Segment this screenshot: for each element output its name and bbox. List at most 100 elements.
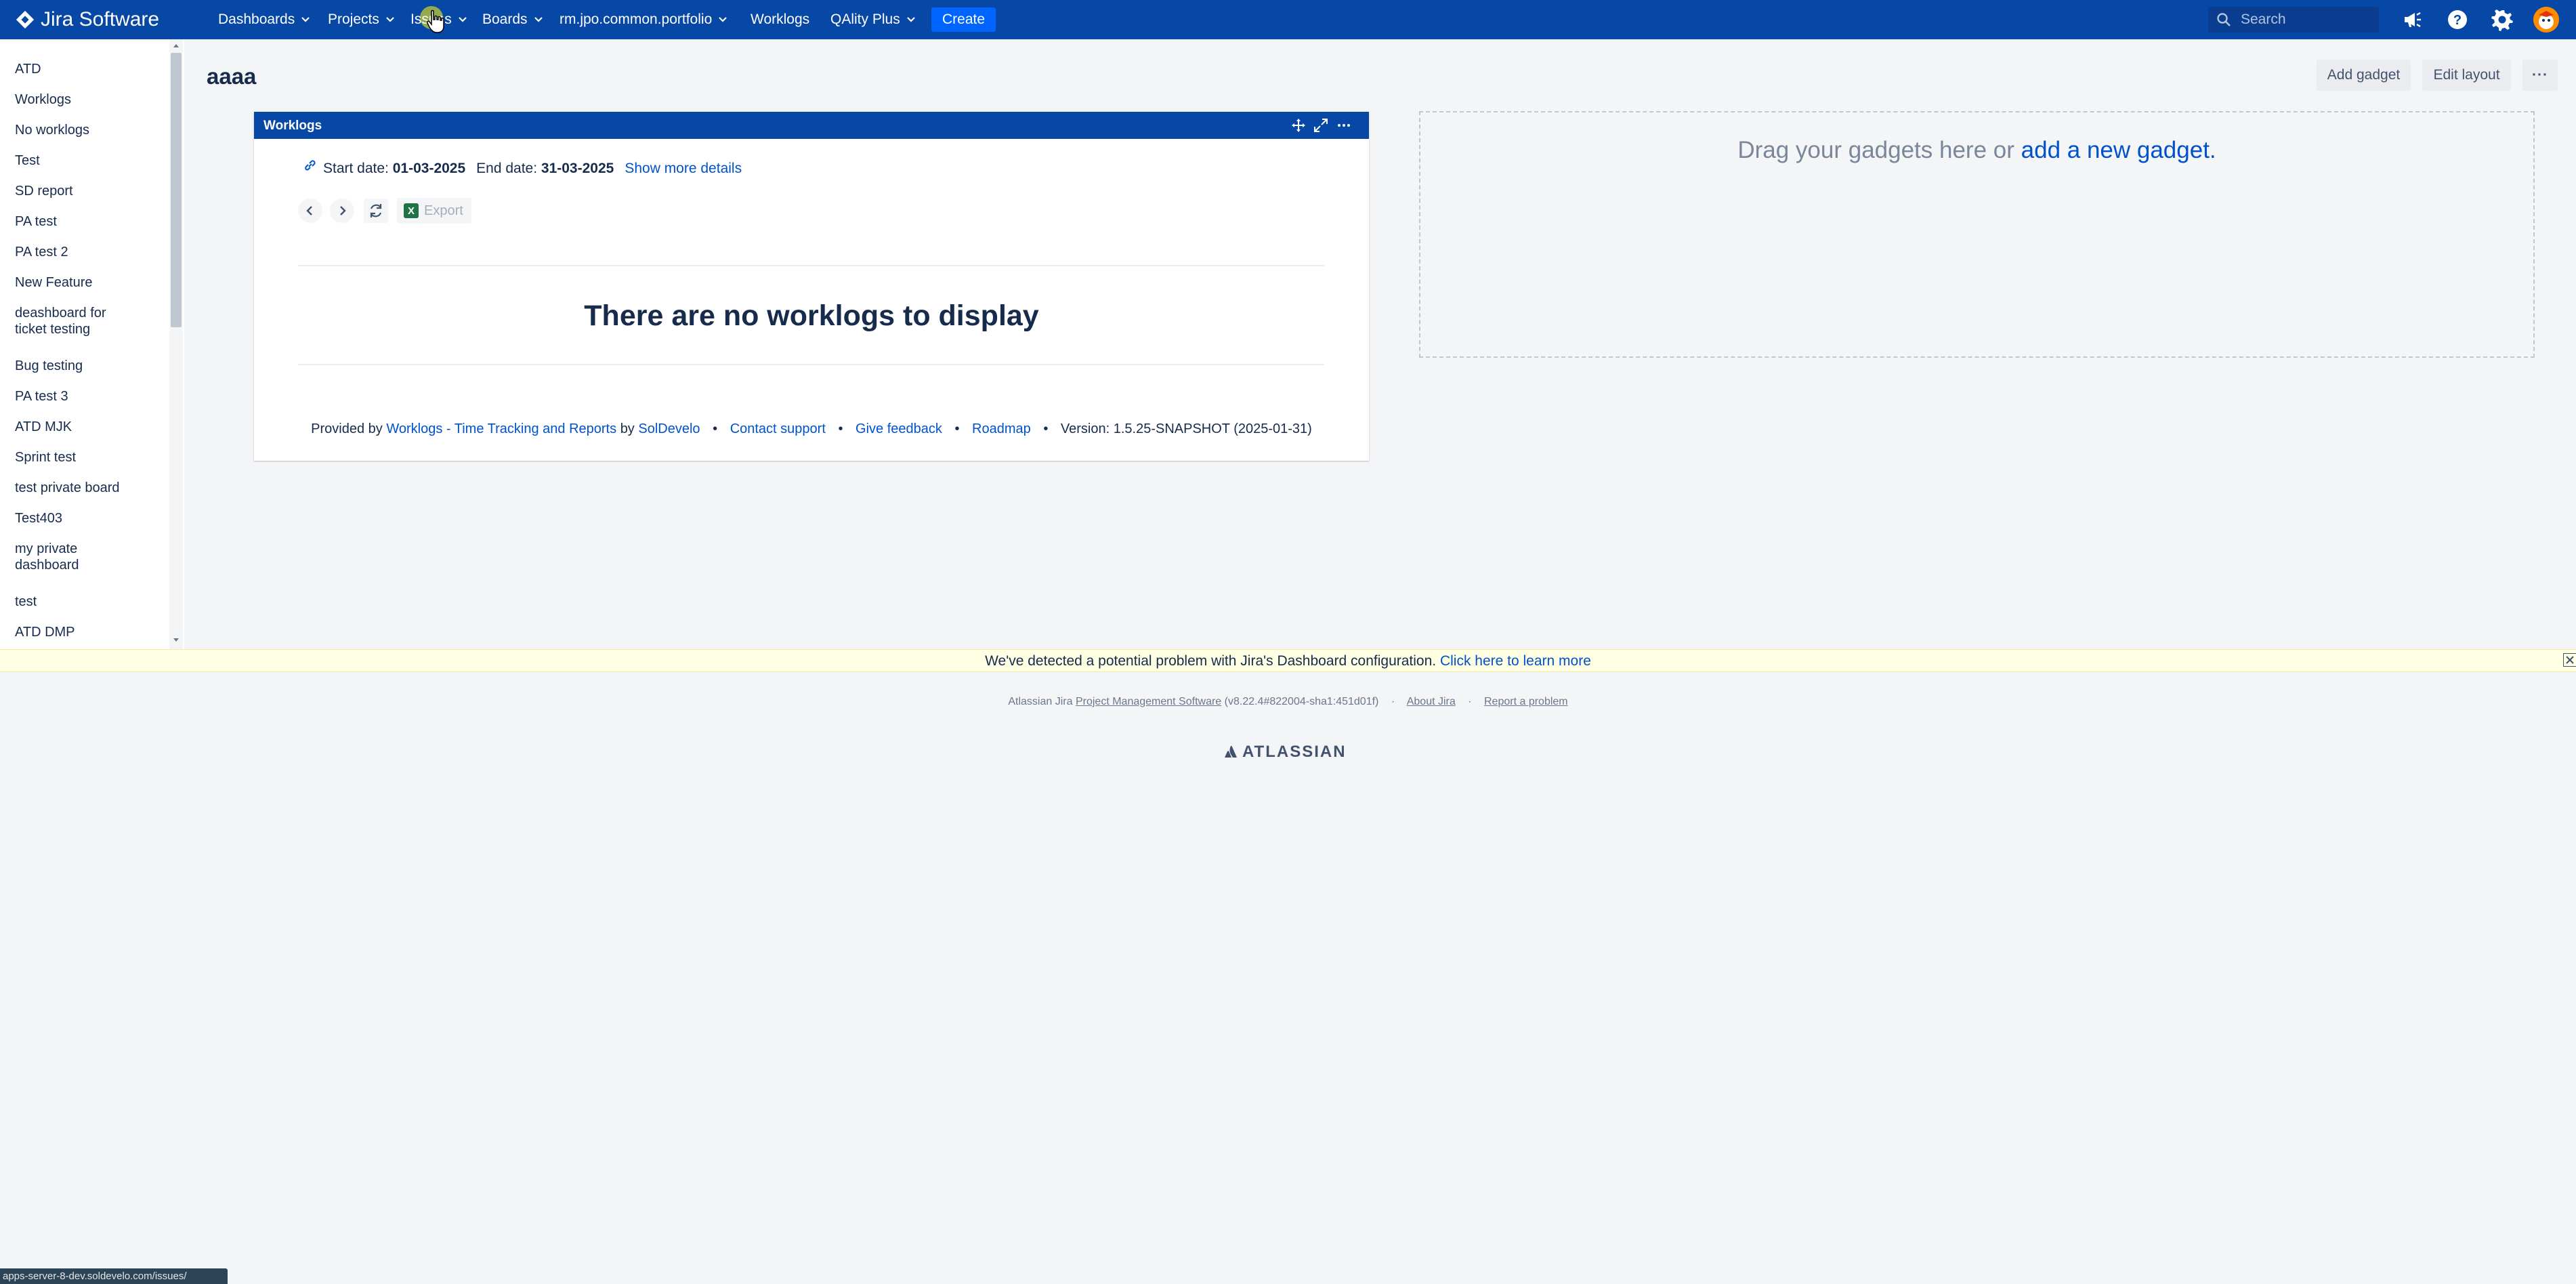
by-text: by [620, 421, 635, 436]
refresh-icon [370, 204, 382, 218]
footer-prefix: Atlassian Jira [1008, 696, 1073, 707]
gadget-menu-icon[interactable] [1336, 117, 1352, 133]
sidebar-item-bug-testing[interactable]: Bug testing [15, 358, 150, 374]
chevron-down-icon [717, 14, 728, 25]
atlassian-wordmark: ATLASSIAN [1242, 743, 1347, 761]
footer-version: (v8.22.4#822004-sha1:451d01f) [1224, 696, 1379, 707]
sidebar-item-atd[interactable]: ATD [15, 61, 150, 77]
chevron-down-icon [385, 14, 396, 25]
bullet-separator: • [838, 421, 843, 436]
version-text: Version: 1.5.25-SNAPSHOT (2025-01-31) [1060, 421, 1312, 436]
divider [298, 364, 1324, 365]
add-gadget-button[interactable]: Add gadget [2317, 60, 2411, 91]
nav-dashboards[interactable]: Dashboards [215, 7, 314, 32]
sidebar-item-test-lower[interactable]: test [15, 594, 150, 610]
sidebar-item-no-worklogs[interactable]: No worklogs [15, 122, 150, 138]
show-more-details-link[interactable]: Show more details [625, 161, 742, 177]
previous-period-button[interactable] [298, 199, 322, 223]
maximize-icon[interactable] [1313, 117, 1329, 133]
nav-qality-plus[interactable]: QAlity Plus [828, 7, 919, 32]
nav-dashboards-label: Dashboards [218, 12, 295, 27]
empty-state-message: There are no worklogs to display [584, 299, 1039, 332]
close-icon[interactable] [2563, 653, 2576, 667]
atlassian-logo[interactable]: ATLASSIAN [1223, 743, 1347, 761]
move-icon[interactable] [1290, 117, 1307, 133]
banner-text: We've detected a potential problem with … [985, 653, 1437, 669]
sidebar-item-atd-dmp[interactable]: ATD DMP [15, 624, 150, 640]
add-new-gadget-link[interactable]: add a new gadget. [2021, 137, 2216, 163]
edit-layout-button[interactable]: Edit layout [2422, 60, 2511, 91]
pm-software-link[interactable]: Project Management Software [1076, 696, 1221, 707]
nav-worklogs-label: Worklogs [751, 12, 810, 27]
nav-projects-label: Projects [328, 12, 379, 27]
search-placeholder: Search [2241, 12, 2286, 27]
end-date-value: 31-03-2025 [541, 161, 614, 176]
nav-portfolio[interactable]: rm.jpo.common.portfolio [557, 7, 731, 32]
chevron-down-icon [906, 14, 916, 25]
sidebar-item-pa-test-2[interactable]: PA test 2 [15, 244, 150, 260]
hand-cursor-icon [427, 9, 444, 33]
export-button[interactable]: X Export [397, 198, 471, 224]
banner-message: We've detected a potential problem with … [0, 653, 2576, 669]
end-date-label: End date: [476, 161, 538, 176]
export-label: Export [424, 203, 463, 218]
refresh-button[interactable] [364, 199, 388, 223]
learn-more-link[interactable]: Click here to learn more [1440, 653, 1591, 669]
nav-projects[interactable]: Projects [325, 7, 398, 32]
sidebar-item-test[interactable]: Test [15, 152, 150, 169]
help-icon[interactable]: ? [2445, 7, 2470, 33]
sidebar-scrollbar-thumb[interactable] [171, 53, 182, 327]
sidebar-item-sprint-test[interactable]: Sprint test [15, 449, 150, 465]
create-button[interactable]: Create [931, 7, 996, 32]
nav-qality-plus-label: QAlity Plus [830, 12, 900, 27]
roadmap-link[interactable]: Roadmap [972, 421, 1031, 436]
vendor-link[interactable]: SolDevelo [638, 421, 700, 436]
gadget-header[interactable]: Worklogs [254, 112, 1369, 139]
sidebar-item-my-private-dashboard[interactable]: my private dashboard [15, 541, 103, 573]
give-feedback-link[interactable]: Give feedback [856, 421, 942, 436]
browser-status-url: apps-server-8-dev.soldevelo.com/issues/ [0, 1268, 228, 1284]
gear-icon[interactable] [2489, 7, 2515, 33]
sidebar-item-sd-report[interactable]: SD report [15, 183, 150, 199]
nav-portfolio-label: rm.jpo.common.portfolio [559, 12, 713, 27]
sidebar-item-pa-test-3[interactable]: PA test 3 [15, 388, 150, 405]
avatar[interactable] [2533, 7, 2559, 33]
megaphone-icon[interactable] [2400, 7, 2426, 33]
divider [298, 265, 1324, 266]
contact-support-link[interactable]: Contact support [730, 421, 826, 436]
top-navigation: Jira Software Dashboards Projects Issues… [0, 0, 2576, 39]
next-period-button[interactable] [330, 199, 354, 223]
dot-separator: · [1468, 696, 1472, 707]
jira-logo[interactable]: Jira Software [15, 7, 159, 32]
nav-worklogs[interactable]: Worklogs [748, 7, 812, 32]
link-icon[interactable] [303, 158, 318, 173]
about-jira-link[interactable]: About Jira [1407, 696, 1456, 707]
sidebar-item-worklogs[interactable]: Worklogs [15, 91, 150, 108]
gadget-dropzone[interactable]: Drag your gadgets here or add a new gadg… [1419, 111, 2535, 358]
sidebar-item-test-private-board[interactable]: test private board [15, 480, 150, 496]
sidebar-item-pa-test[interactable]: PA test [15, 213, 150, 230]
nav-boards-label: Boards [482, 12, 528, 27]
sidebar-item-test403[interactable]: Test403 [15, 510, 150, 526]
gadget-title: Worklogs [263, 119, 322, 133]
dot-separator: · [1391, 696, 1395, 707]
start-date-label: Start date: [323, 161, 389, 176]
more-actions-button[interactable]: ··· [2522, 60, 2558, 91]
provided-by-text: Provided by [311, 421, 383, 436]
search-input[interactable]: Search [2208, 7, 2379, 33]
nav-boards[interactable]: Boards [480, 7, 547, 32]
svg-text:?: ? [2453, 13, 2462, 28]
warning-banner: We've detected a potential problem with … [0, 649, 2576, 672]
search-icon [2217, 13, 2231, 26]
sidebar-item-atd-mjk[interactable]: ATD MJK [15, 419, 150, 435]
report-problem-link[interactable]: Report a problem [1484, 696, 1568, 707]
scroll-up-arrow-icon[interactable] [171, 41, 182, 50]
sidebar-item-new-feature[interactable]: New Feature [15, 274, 150, 291]
sidebar-item-deashboard-ticket-testing[interactable]: deashboard for ticket testing [15, 305, 130, 337]
bullet-separator: • [1043, 421, 1049, 436]
scroll-down-arrow-icon[interactable] [171, 636, 182, 645]
dashboard-title: aaaa [207, 64, 257, 89]
excel-icon: X [404, 203, 419, 218]
app-link[interactable]: Worklogs - Time Tracking and Reports [386, 421, 616, 436]
bullet-separator: • [713, 421, 718, 436]
